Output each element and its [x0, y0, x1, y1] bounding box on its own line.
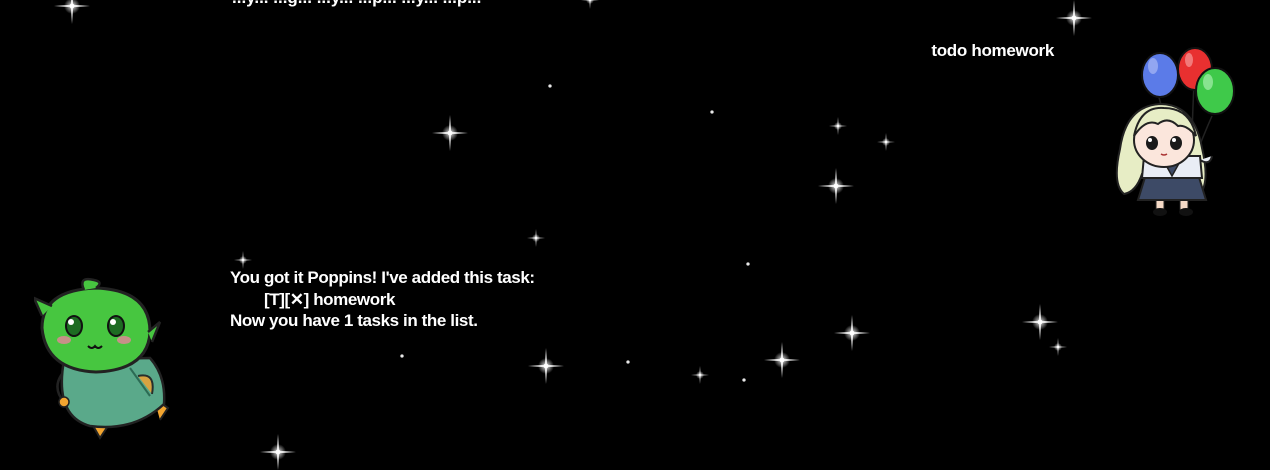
- star-sparkle-icon: [746, 262, 750, 266]
- star-sparkle-icon: [742, 378, 746, 382]
- bot-message-line-confirmation: You got it Poppins! I've added this task…: [230, 268, 535, 287]
- star-sparkle-icon: [528, 348, 564, 384]
- star-sparkle-icon: [626, 360, 630, 364]
- star-sparkle-icon: [829, 117, 847, 135]
- user-message-text: todo homework: [931, 41, 1054, 60]
- star-sparkle-icon: [1049, 338, 1067, 356]
- star-sparkle-icon: [1056, 0, 1092, 36]
- star-sparkle-icon: [260, 434, 296, 470]
- star-sparkle-icon: [1022, 304, 1058, 340]
- star-sparkle-icon: [818, 168, 854, 204]
- star-sparkle-icon: [581, 0, 599, 9]
- previous-message-clipped: ...y... ...g... ...y... ...p... ...y... …: [232, 0, 481, 8]
- bot-message-line-task: [T][✕] homework: [264, 289, 396, 309]
- star-sparkle-icon: [834, 315, 870, 351]
- star-sparkle-icon: [527, 229, 545, 247]
- star-sparkle-icon: [432, 115, 468, 151]
- girl-with-balloons-icon: [1115, 47, 1235, 216]
- star-sparkle-icon: [54, 0, 90, 24]
- chat-window: ...y... ...g... ...y... ...p... ...y... …: [0, 0, 1270, 470]
- star-sparkle-icon: [710, 110, 714, 114]
- bot-message: You got it Poppins! I've added this task…: [230, 267, 535, 332]
- star-sparkle-icon: [764, 342, 800, 378]
- star-sparkle-icon: [877, 133, 895, 151]
- bot-message-line-count: Now you have 1 tasks in the list.: [230, 311, 478, 330]
- star-sparkle-icon: [691, 366, 709, 384]
- star-sparkle-icon: [548, 84, 552, 88]
- star-sparkle-icon: [400, 354, 404, 358]
- green-blob-creature-icon: [34, 277, 170, 440]
